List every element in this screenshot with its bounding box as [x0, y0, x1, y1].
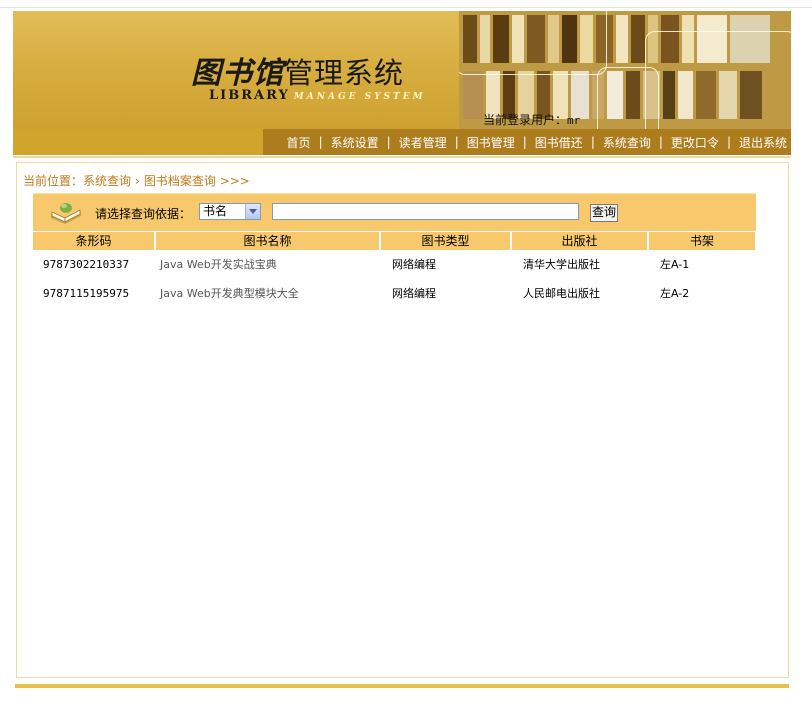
nav-separator: |	[386, 135, 391, 149]
nav-item-reader-management[interactable]: 读者管理	[399, 134, 447, 151]
breadcrumb-level2: 图书档案查询	[143, 174, 216, 188]
column-header-shelf: 书架	[649, 232, 755, 250]
search-button[interactable]: 查询	[590, 204, 618, 222]
breadcrumb-suffix: >>>	[219, 174, 250, 188]
chevron-down-icon[interactable]	[245, 204, 260, 219]
cell-barcode: 9787302210337	[43, 258, 130, 271]
cell-book-type: 网络编程	[392, 287, 436, 300]
cell-book-name[interactable]: Java Web开发实战宝典	[160, 255, 277, 275]
column-header-book-type: 图书类型	[381, 232, 510, 250]
nav-bar: 首页 | 系统设置 | 读者管理 | 图书管理 | 图书借还 | 系统查询 | …	[13, 129, 791, 155]
search-input[interactable]	[272, 203, 579, 220]
nav-item-change-password[interactable]: 更改口令	[671, 134, 719, 151]
main-menu: 首页 | 系统设置 | 读者管理 | 图书管理 | 图书借还 | 系统查询 | …	[287, 129, 787, 155]
breadcrumb-level1: 系统查询	[83, 174, 132, 188]
logo-manage-text: MANAGE SYSTEM	[293, 92, 426, 102]
cell-barcode: 9787115195975	[43, 287, 130, 300]
logo-library-text: LIBRARY	[209, 88, 290, 103]
footer-bar	[15, 684, 789, 688]
nav-item-system-settings[interactable]: 系统设置	[331, 134, 379, 151]
cell-shelf: 左A-2	[660, 287, 690, 300]
open-book-icon	[51, 203, 81, 224]
logo-title-en: LIBRARY MANAGE SYSTEM	[209, 88, 426, 103]
nav-separator: |	[522, 135, 527, 149]
nav-item-home[interactable]: 首页	[287, 134, 311, 151]
nav-separator: |	[318, 135, 323, 149]
table-row: 9787302210337 Java Web开发实战宝典 网络编程 清华大学出版…	[33, 255, 755, 275]
current-user-label: 当前登录用户：	[483, 113, 568, 127]
decor-frame	[645, 31, 791, 129]
column-header-book-name: 图书名称	[156, 232, 379, 250]
nav-item-system-query[interactable]: 系统查询	[603, 134, 651, 151]
search-criteria-label: 请选择查询依据：	[95, 207, 192, 221]
cell-publisher: 清华大学出版社	[523, 258, 600, 271]
cell-publisher: 人民邮电出版社	[523, 287, 600, 300]
table-row: 9787115195975 Java Web开发典型模块大全 网络编程 人民邮电…	[33, 284, 755, 304]
logo-title-big: 图书馆	[191, 56, 284, 91]
nav-separator: |	[726, 135, 731, 149]
search-criteria-value: 书名	[203, 204, 228, 218]
logo-title-cn: 图书馆管理系统	[191, 48, 404, 92]
decor-frame	[459, 11, 607, 75]
cell-book-name[interactable]: Java Web开发典型模块大全	[160, 284, 299, 304]
header-banner: 图书馆管理系统 LIBRARY MANAGE SYSTEM 当前登录用户：mr	[13, 11, 791, 129]
breadcrumb-prefix: 当前位置：	[23, 174, 84, 188]
table-header: 条形码 图书名称 图书类型 出版社 书架	[33, 232, 755, 250]
column-header-barcode: 条形码	[33, 232, 154, 250]
nav-item-book-management[interactable]: 图书管理	[467, 134, 515, 151]
current-user-name: mr	[567, 114, 581, 127]
breadcrumb: 当前位置：系统查询 › 图书档案查询 >>>	[23, 172, 250, 189]
decor-frame	[597, 67, 659, 129]
search-bar: 请选择查询依据： 书名 查询	[33, 193, 756, 231]
current-user: 当前登录用户：mr	[483, 111, 580, 128]
top-border	[0, 0, 812, 8]
nav-separator: |	[658, 135, 663, 149]
cell-shelf: 左A-1	[660, 258, 690, 271]
divider	[13, 156, 791, 158]
search-criteria-select[interactable]: 书名	[199, 203, 261, 220]
column-header-publisher: 出版社	[512, 232, 647, 250]
logo-title-rest: 管理系统	[284, 56, 405, 90]
nav-separator: |	[590, 135, 595, 149]
chevron-right-icon: ›	[135, 174, 140, 188]
nav-item-borrow-return[interactable]: 图书借还	[535, 134, 583, 151]
nav-item-logout[interactable]: 退出系统	[739, 134, 787, 151]
nav-separator: |	[454, 135, 459, 149]
cell-book-type: 网络编程	[392, 258, 436, 271]
